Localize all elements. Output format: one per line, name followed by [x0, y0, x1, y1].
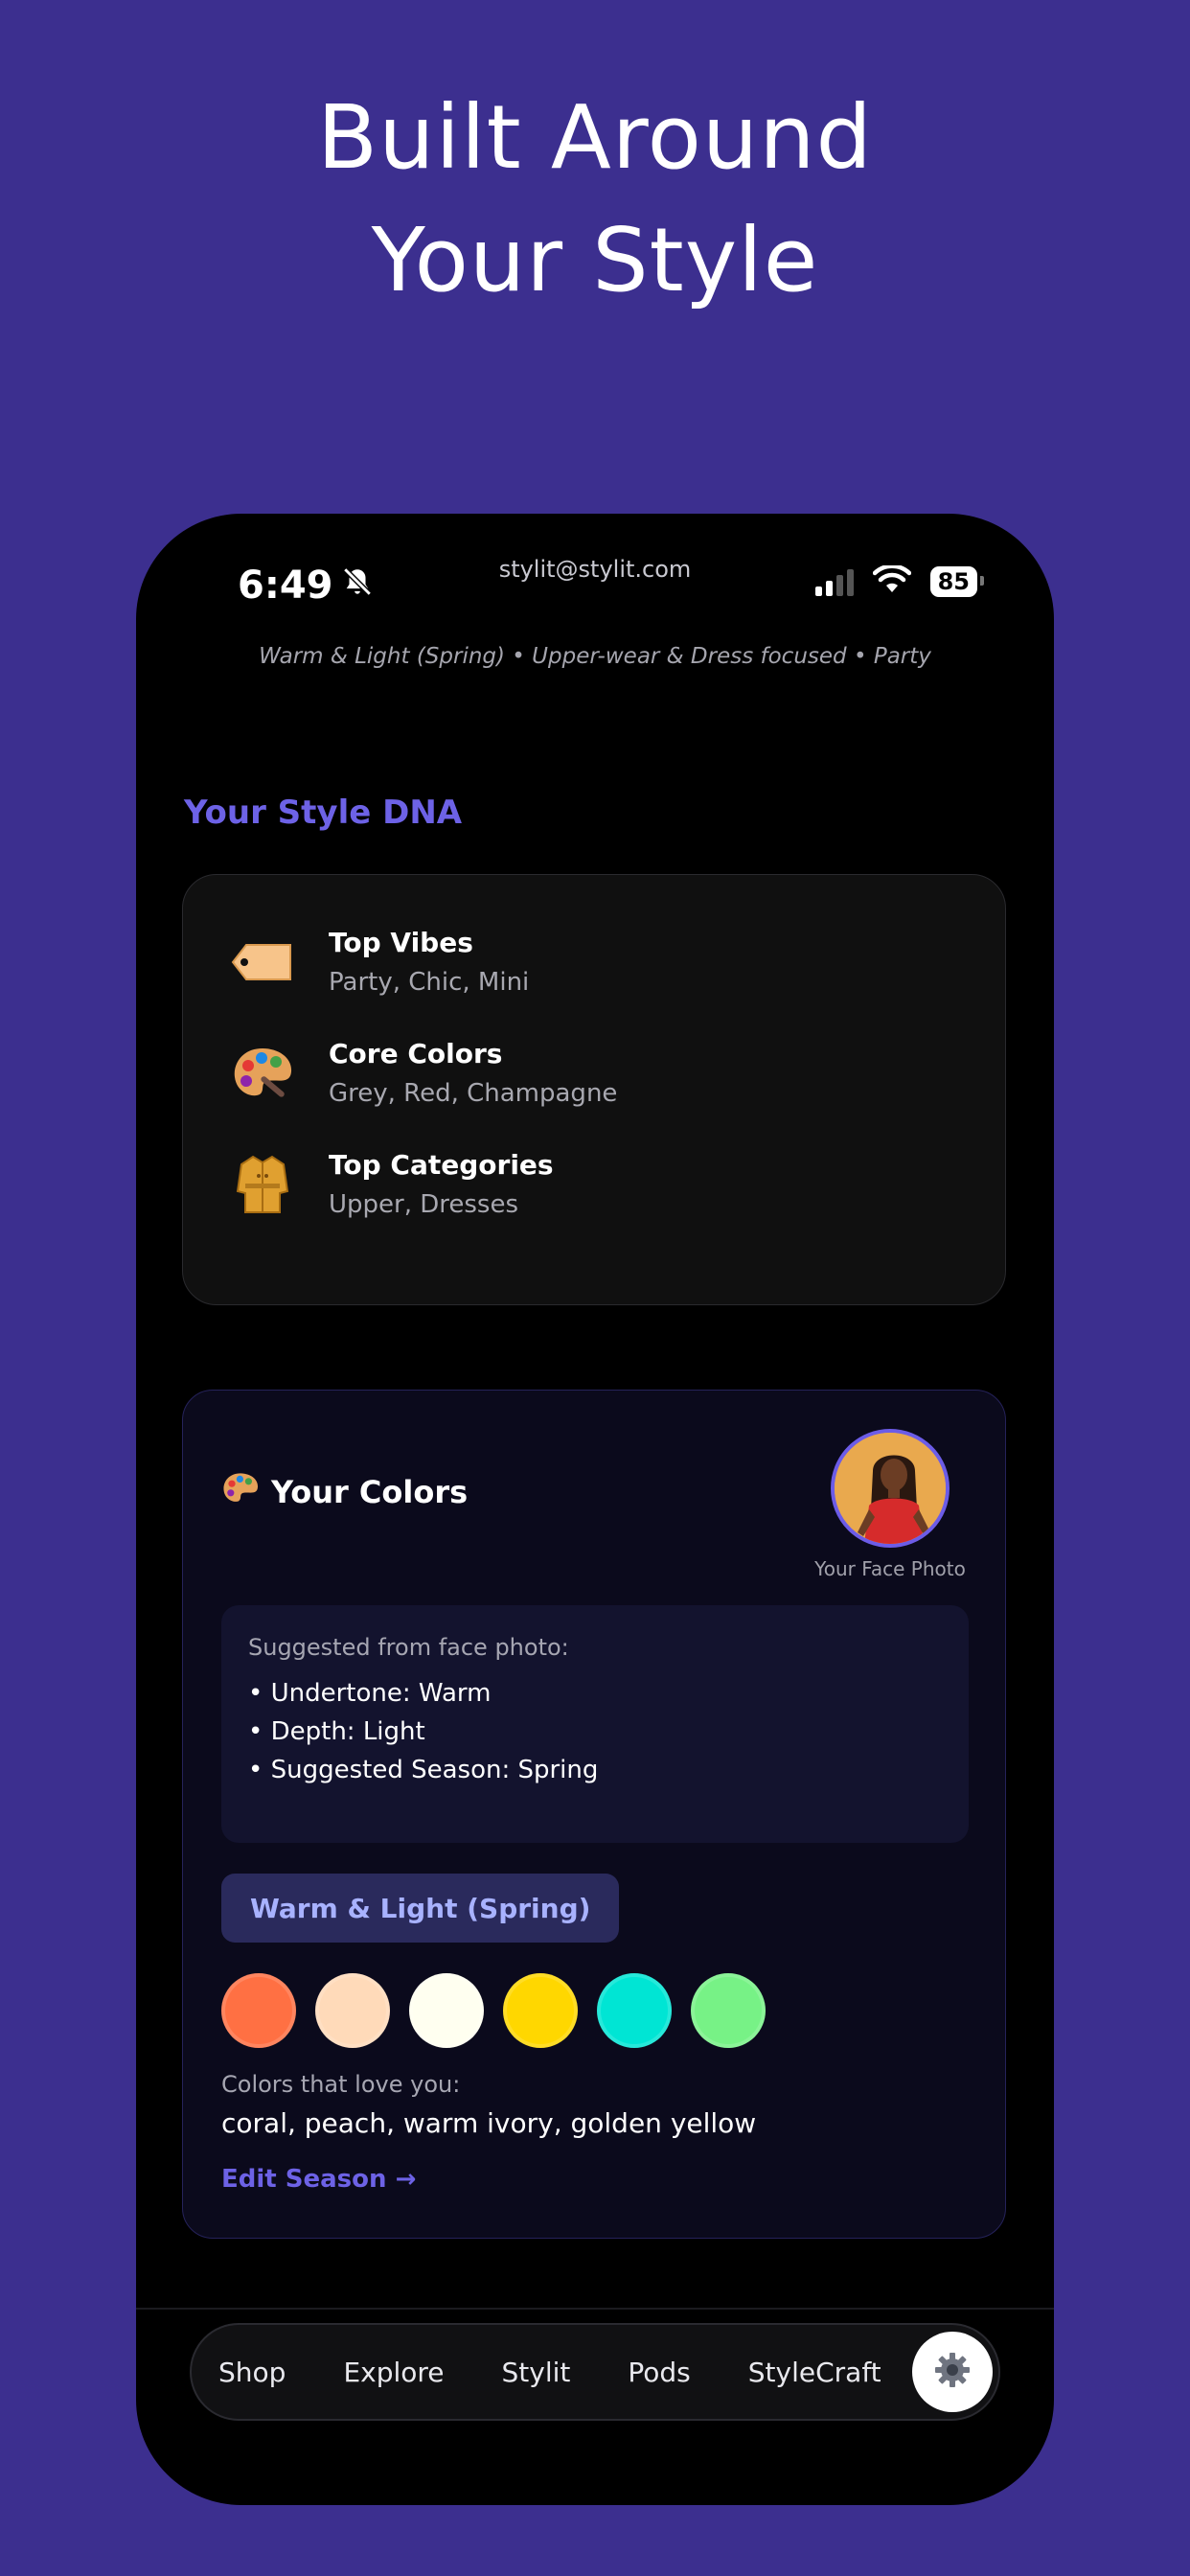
headline-line-2: Your Style — [371, 209, 819, 311]
tab-stylit[interactable]: Stylit — [502, 2357, 571, 2388]
tab-shop[interactable]: Shop — [218, 2357, 286, 2388]
color-swatches — [221, 1973, 766, 2048]
tab-stylecraft[interactable]: StyleCraft — [748, 2357, 881, 2388]
face-photo-avatar[interactable] — [831, 1429, 950, 1548]
settings-button[interactable] — [912, 2332, 993, 2412]
style-dna-card: Top Vibes Party, Chic, Mini Core Colors … — [182, 874, 1006, 1305]
color-swatch-warm-ivory — [409, 1973, 484, 2048]
phone-screen: 6:49 stylit@stylit.com 85 Warm & Light (… — [136, 514, 1054, 2505]
edit-season-link[interactable]: Edit Season → — [221, 2165, 416, 2194]
suggestion-season: • Suggested Season: Spring — [248, 1756, 599, 1784]
battery-indicator: 85 — [929, 566, 985, 597]
gear-icon — [933, 2351, 972, 2393]
wifi-icon — [872, 564, 911, 598]
dna-row-value: Party, Chic, Mini — [329, 968, 530, 997]
dna-row-value: Upper, Dresses — [329, 1190, 519, 1219]
tab-explore[interactable]: Explore — [343, 2357, 444, 2388]
suggestion-undertone: • Undertone: Warm — [248, 1679, 492, 1708]
suggestion-depth: • Depth: Light — [248, 1717, 425, 1746]
suggestion-box: Suggested from face photo: • Undertone: … — [221, 1605, 969, 1843]
tag-icon — [231, 931, 294, 994]
colors-love-list: coral, peach, warm ivory, golden yellow — [221, 2107, 757, 2139]
color-swatch-light-green — [691, 1973, 766, 2048]
season-badge: Warm & Light (Spring) — [221, 1874, 620, 1943]
dna-row-title: Top Vibes — [329, 927, 473, 958]
tabbar-divider — [136, 2308, 1054, 2310]
palette-icon — [221, 1471, 260, 1513]
tab-bar: Shop Explore Stylit Pods StyleCraft — [190, 2323, 1000, 2421]
your-colors-title: Your Colors — [271, 1474, 469, 1510]
suggestion-title: Suggested from face photo: — [248, 1634, 569, 1661]
profile-summary: Warm & Light (Spring) • Upper-wear & Dre… — [259, 644, 931, 669]
coat-icon — [231, 1153, 294, 1216]
dna-row-value: Grey, Red, Champagne — [329, 1079, 618, 1108]
status-indicators: 85 — [814, 564, 985, 598]
face-photo-label: Your Face Photo — [814, 1557, 966, 1580]
headline: Built Around Your Style — [0, 77, 1190, 322]
color-swatch-turquoise — [597, 1973, 672, 2048]
dna-row-core-colors: Core Colors Grey, Red, Champagne — [231, 1038, 617, 1108]
dna-row-top-categories: Top Categories Upper, Dresses — [231, 1149, 554, 1219]
color-swatch-coral — [221, 1973, 296, 2048]
dna-row-title: Top Categories — [329, 1149, 554, 1181]
dna-row-title: Core Colors — [329, 1038, 503, 1070]
style-dna-title: Your Style DNA — [184, 794, 463, 832]
face-photo[interactable]: Your Face Photo — [813, 1429, 967, 1580]
your-colors-card: Your Colors Your Face Photo Suggested fr… — [182, 1390, 1006, 2239]
color-swatch-golden-yellow — [503, 1973, 578, 2048]
tab-pods[interactable]: Pods — [628, 2357, 690, 2388]
color-swatch-peach — [315, 1973, 390, 2048]
your-colors-header: Your Colors — [221, 1471, 468, 1513]
palette-icon — [231, 1042, 294, 1105]
dna-row-top-vibes: Top Vibes Party, Chic, Mini — [231, 927, 529, 997]
colors-love-title: Colors that love you: — [221, 2071, 461, 2098]
headline-line-1: Built Around — [317, 86, 873, 189]
cellular-signal-icon — [814, 567, 854, 596]
